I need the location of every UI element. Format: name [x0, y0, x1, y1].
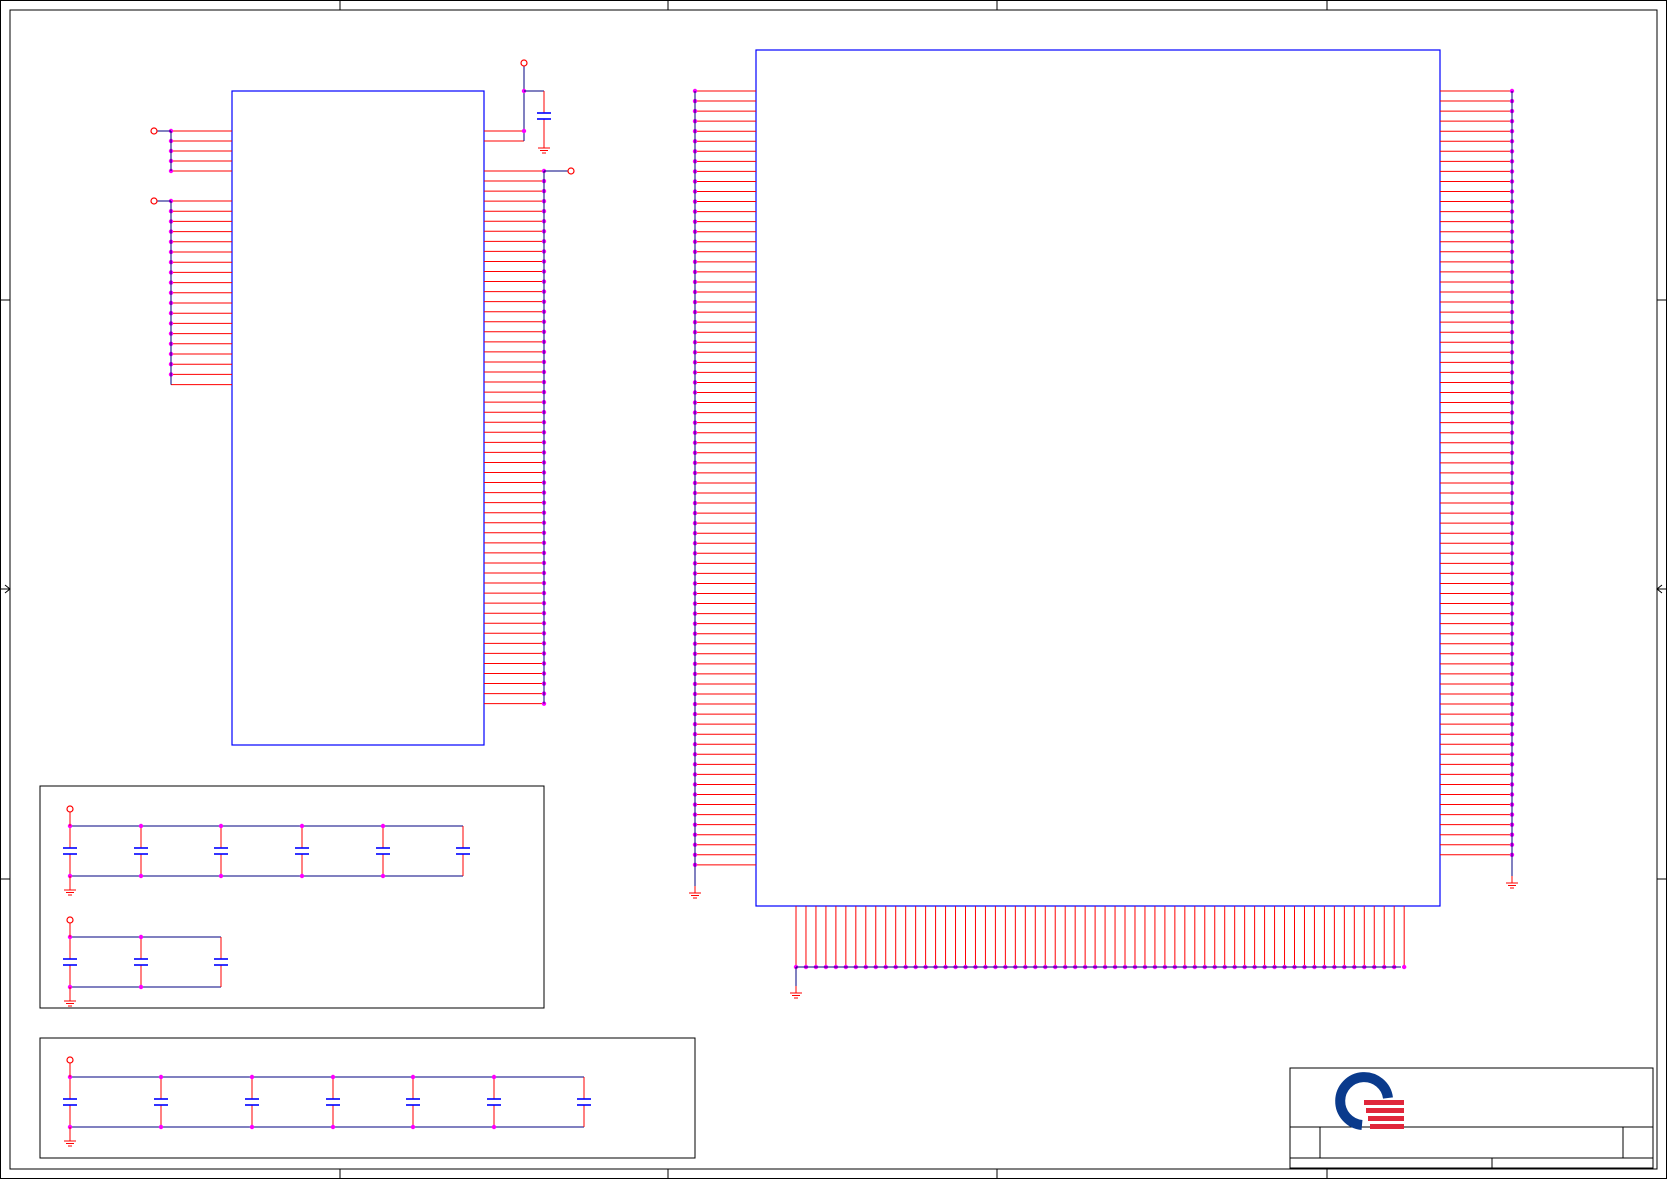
capacitor-symbol-icon: [63, 937, 77, 987]
capacitor-symbol-icon: [295, 826, 309, 876]
ground-symbol-icon: [64, 883, 76, 896]
open-circle-icon: [66, 916, 74, 924]
junction-dot-icon: [158, 1124, 164, 1130]
junction-dot-icon: [410, 1124, 416, 1130]
main-ic-body: [755, 49, 1441, 907]
capacitor-symbol-icon: [537, 91, 551, 141]
ground-symbol-icon: [64, 994, 76, 1007]
junction-dot-icon: [158, 1074, 164, 1080]
junction-dot-icon: [138, 934, 144, 940]
left-ic-body: [231, 90, 485, 746]
ground-symbol-icon: [538, 141, 550, 154]
junction-dot-icon: [491, 1074, 497, 1080]
capacitor-symbol-icon: [134, 937, 148, 987]
ground-symbol-icon: [64, 1134, 76, 1147]
junction-dot-icon: [410, 1074, 416, 1080]
center-arrow-left-icon: [1, 584, 11, 594]
junction-dot-icon: [330, 1124, 336, 1130]
open-circle-icon: [66, 805, 74, 813]
capacitor-symbol-icon: [63, 1077, 77, 1127]
junction-dot-icon: [218, 823, 224, 829]
junction-dot-icon: [330, 1074, 336, 1080]
junction-dot-icon: [218, 873, 224, 879]
junction-dot-icon: [138, 823, 144, 829]
ground-symbol-icon: [1506, 876, 1518, 889]
junction-dot-icon: [299, 823, 305, 829]
schematic-sheet: [0, 0, 1667, 1179]
open-circle-icon: [520, 59, 528, 67]
capacitor-symbol-icon: [406, 1077, 420, 1127]
junction-dot-icon: [249, 1074, 255, 1080]
capacitor-symbol-icon: [487, 1077, 501, 1127]
title-block: [1289, 1067, 1654, 1169]
capacitor-symbol-icon: [326, 1077, 340, 1127]
ground-symbol-icon: [689, 886, 701, 899]
decoupling-capacitor-boxes: [39, 785, 696, 1159]
capacitor-symbol-icon: [63, 826, 77, 876]
logo-stripe: [1370, 1124, 1404, 1129]
junction-dot-icon: [491, 1124, 497, 1130]
decoupling-box-1: [39, 785, 545, 1009]
capacitor-symbol-icon: [577, 1077, 591, 1127]
capacitor-symbol-icon: [245, 1077, 259, 1127]
logo-stripe: [1366, 1108, 1404, 1113]
inner-border: [9, 9, 1658, 1170]
junction-dot-icon: [138, 873, 144, 879]
capacitor-symbol-icon: [456, 826, 470, 876]
junction-dot-icon: [249, 1124, 255, 1130]
drawing-frame: [0, 0, 1667, 1179]
open-circle-icon: [150, 127, 158, 135]
junction-dot-icon: [299, 873, 305, 879]
capacitor-symbol-icon: [134, 826, 148, 876]
junction-dot-icon: [138, 984, 144, 990]
junction-dot-icon: [380, 823, 386, 829]
open-circle-icon: [66, 1056, 74, 1064]
center-arrow-right-icon: [1656, 584, 1666, 594]
company-logo-icon: [1335, 1072, 1404, 1130]
main-ic-symbol: [689, 49, 1518, 999]
open-circle-icon: [567, 167, 575, 175]
left-ic-symbol: [150, 59, 575, 746]
ground-symbol-icon: [790, 986, 802, 999]
capacitor-symbol-icon: [376, 826, 390, 876]
logo-stripe: [1368, 1116, 1404, 1121]
logo-stripe: [1364, 1100, 1404, 1105]
outer-border: [0, 0, 1667, 1179]
junction-dot-icon: [1401, 964, 1407, 970]
junction-dot-icon: [380, 873, 386, 879]
capacitor-symbol-icon: [214, 826, 228, 876]
capacitor-symbol-icon: [154, 1077, 168, 1127]
decoupling-box-2: [39, 1037, 696, 1159]
junction-dot-icon: [521, 128, 527, 134]
capacitor-symbol-icon: [214, 937, 228, 987]
open-circle-icon: [150, 197, 158, 205]
